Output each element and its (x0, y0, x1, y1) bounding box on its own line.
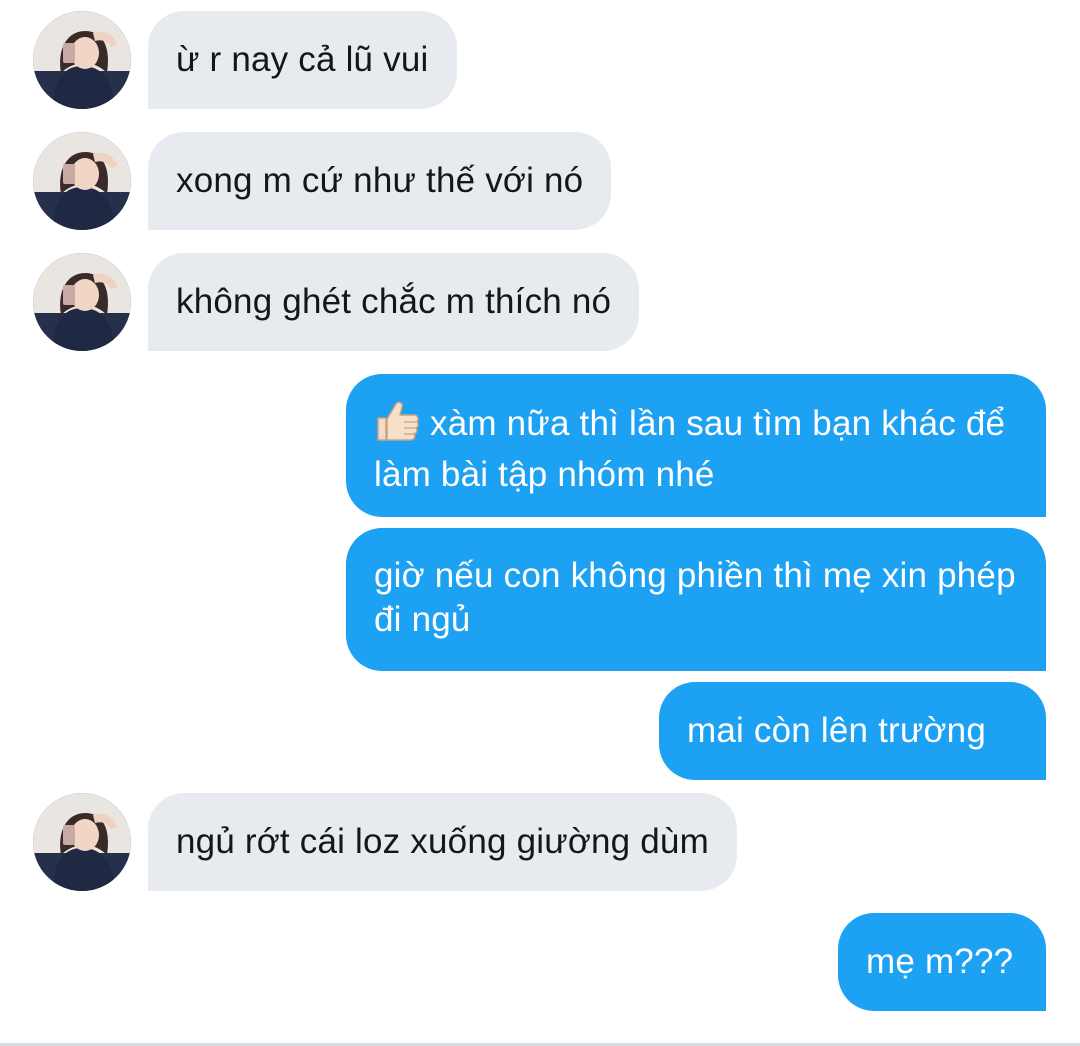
thumbs-up-icon (374, 400, 420, 453)
message-text: xàm nữa thì lần sau tìm bạn khác để làm … (374, 404, 1006, 494)
message-text: mai còn lên trường (687, 711, 986, 750)
outgoing-message-bubble[interactable]: xàm nữa thì lần sau tìm bạn khác để làm … (346, 374, 1046, 517)
sender-avatar[interactable] (33, 11, 131, 109)
message-text: không ghét chắc m thích nó (176, 282, 612, 321)
sender-avatar[interactable] (33, 253, 131, 351)
outgoing-message-bubble[interactable]: mẹ m??? (838, 913, 1046, 1011)
avatar-photo-icon (33, 132, 131, 230)
outgoing-message-bubble[interactable]: giờ nếu con không phiền thì mẹ xin phép … (346, 528, 1046, 671)
incoming-message-bubble[interactable]: không ghét chắc m thích nó (148, 253, 640, 351)
sender-avatar[interactable] (33, 793, 131, 891)
avatar-photo-icon (33, 793, 131, 891)
message-text: ừ r nay cả lũ vui (176, 40, 429, 79)
message-text: ngủ rớt cái loz xuống giường dùm (176, 822, 709, 861)
incoming-message-bubble[interactable]: ừ r nay cả lũ vui (148, 11, 457, 109)
message-text: mẹ m??? (866, 942, 1014, 981)
incoming-message-bubble[interactable]: xong m cứ như thế với nó (148, 132, 612, 230)
message-text: xong m cứ như thế với nó (176, 161, 584, 200)
outgoing-message-bubble[interactable]: mai còn lên trường (659, 682, 1046, 780)
incoming-message-bubble[interactable]: ngủ rớt cái loz xuống giường dùm (148, 793, 737, 891)
message-text: giờ nếu con không phiền thì mẹ xin phép … (374, 556, 1016, 639)
avatar-photo-icon (33, 11, 131, 109)
avatar-photo-icon (33, 253, 131, 351)
sender-avatar[interactable] (33, 132, 131, 230)
